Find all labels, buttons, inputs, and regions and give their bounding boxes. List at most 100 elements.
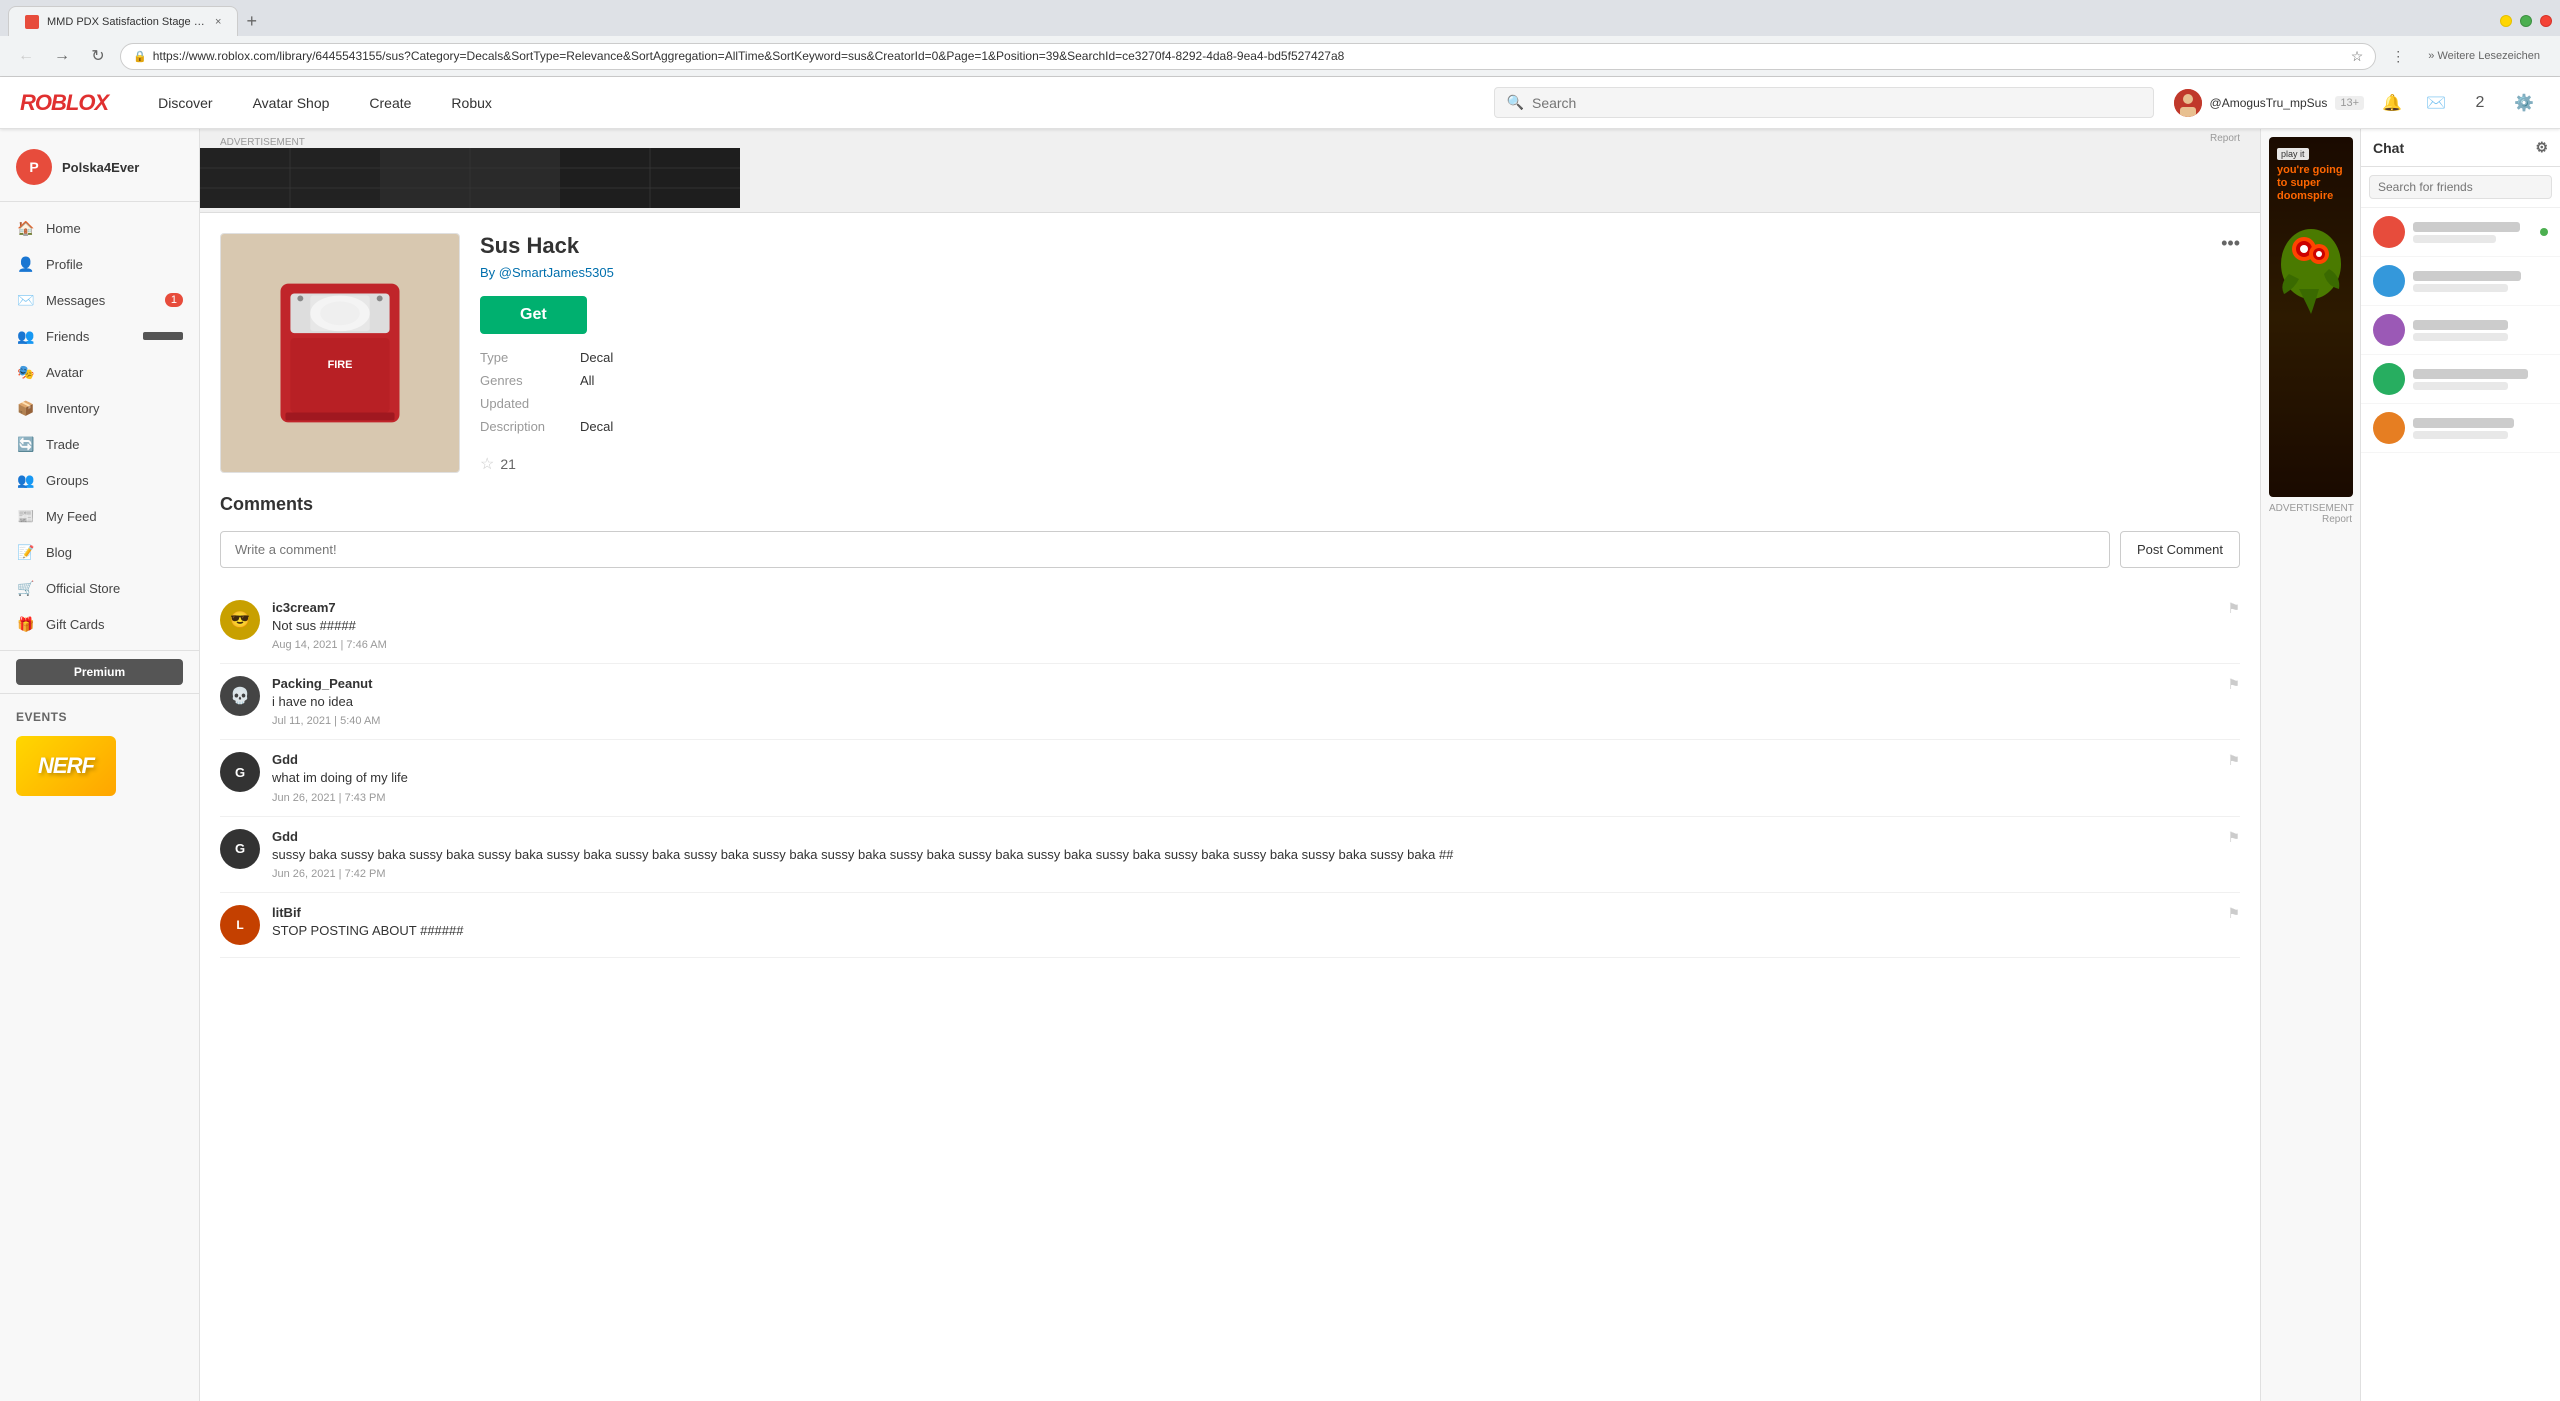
chat-list-item[interactable]	[2361, 404, 2560, 453]
chat-list-item[interactable]	[2361, 208, 2560, 257]
sidebar-item-messages[interactable]: ✉️ Messages 1	[0, 282, 199, 318]
new-tab-button[interactable]: +	[238, 11, 265, 32]
comment-date: Jul 11, 2021 | 5:40 AM	[272, 715, 2215, 727]
window-maximize-button[interactable]	[2520, 15, 2532, 27]
trade-icon: 🔄	[16, 434, 36, 454]
ad-banner: ADVERTISEMENT Report	[200, 129, 2260, 213]
blog-icon: 📝	[16, 542, 36, 562]
sidebar-username[interactable]: Polska4Ever	[62, 160, 139, 175]
sidebar-item-avatar[interactable]: 🎭 Avatar	[0, 354, 199, 390]
comment-text: i have no idea	[272, 693, 2215, 711]
premium-button[interactable]: Premium	[16, 659, 183, 685]
settings-button[interactable]: ⚙️	[2508, 87, 2540, 119]
chat-search	[2361, 167, 2560, 208]
right-ad[interactable]: play it you're going to super doomspire	[2269, 137, 2353, 497]
tab-close-icon[interactable]: ×	[215, 16, 221, 28]
sidebar-label-inventory: Inventory	[46, 401, 183, 416]
sidebar-label-avatar: Avatar	[46, 365, 183, 380]
roblox-logo[interactable]: ROBLOX	[20, 90, 108, 116]
comment-username[interactable]: ic3cream7	[272, 600, 336, 615]
sidebar-item-inventory[interactable]: 📦 Inventory	[0, 390, 199, 426]
window-minimize-button[interactable]	[2500, 15, 2512, 27]
gift-card-icon: 🎁	[16, 614, 36, 634]
sidebar-item-friends[interactable]: 👥 Friends	[0, 318, 199, 354]
bookmark-icon[interactable]: ☆	[2351, 48, 2364, 65]
item-author[interactable]: By @SmartJames5305	[480, 265, 2240, 280]
avatar	[2174, 89, 2202, 117]
browser-refresh-button[interactable]: ↻	[84, 42, 112, 70]
comment-flag-button[interactable]: ⚑	[2227, 752, 2240, 803]
chat-preview	[2413, 235, 2496, 243]
sidebar-item-blog[interactable]: 📝 Blog	[0, 534, 199, 570]
sidebar-user: P Polska4Ever	[0, 141, 199, 202]
nav-discover[interactable]: Discover	[138, 77, 232, 129]
chat-name	[2413, 418, 2514, 428]
sidebar-avatar: P	[16, 149, 52, 185]
item-more-options[interactable]: •••	[2221, 233, 2240, 254]
sidebar-item-official-store[interactable]: 🛒 Official Store	[0, 570, 199, 606]
address-bar[interactable]: 🔒 ☆	[120, 43, 2376, 70]
app-container: ROBLOX Discover Avatar Shop Create Robux…	[0, 77, 2560, 1401]
comment-username[interactable]: Gdd	[272, 829, 298, 844]
friends-icon: 👥	[16, 326, 36, 346]
get-button[interactable]: Get	[480, 296, 587, 334]
chat-name-block	[2413, 369, 2548, 390]
avatar-initial: L	[236, 918, 243, 932]
url-input[interactable]	[153, 49, 2345, 63]
right-ad-report-button[interactable]: Report	[2269, 514, 2352, 525]
comment-flag-button[interactable]: ⚑	[2227, 676, 2240, 727]
type-value: Decal	[580, 350, 613, 365]
nerf-banner[interactable]: NERF	[16, 736, 183, 796]
window-close-button[interactable]	[2540, 15, 2552, 27]
messages-button[interactable]: ✉️	[2420, 87, 2452, 119]
comment-item: 😎 ic3cream7 Not sus ##### Aug 14, 2021 |…	[220, 588, 2240, 664]
description-label: Description	[480, 419, 560, 434]
nav-links: Discover Avatar Shop Create Robux	[138, 77, 512, 129]
browser-tab[interactable]: MMD PDX Satisfaction Stage : D × ×	[8, 6, 238, 36]
nav-robux[interactable]: Robux	[431, 77, 511, 129]
notifications-button[interactable]: 🔔	[2376, 87, 2408, 119]
post-comment-button[interactable]: Post Comment	[2120, 531, 2240, 568]
comment-username[interactable]: Gdd	[272, 752, 298, 767]
ssl-lock-icon: 🔒	[133, 50, 147, 63]
type-label: Type	[480, 350, 560, 365]
ad-report-button[interactable]: Report	[2210, 133, 2240, 144]
ad-label: ADVERTISEMENT	[220, 137, 305, 148]
chat-search-input[interactable]	[2369, 175, 2552, 199]
comment-username[interactable]: Packing_Peanut	[272, 676, 372, 691]
sidebar-item-trade[interactable]: 🔄 Trade	[0, 426, 199, 462]
chat-settings-button[interactable]: ⚙	[2535, 139, 2548, 156]
sidebar-item-gift-cards[interactable]: 🎁 Gift Cards	[0, 606, 199, 642]
browser-menu-button[interactable]: ⋮	[2384, 42, 2412, 70]
comment-flag-button[interactable]: ⚑	[2227, 905, 2240, 945]
comment-username[interactable]: litBif	[272, 905, 301, 920]
comment-flag-button[interactable]: ⚑	[2227, 829, 2240, 880]
extensions-bar[interactable]: » Weitere Lesezeichen	[2420, 50, 2548, 62]
sidebar-item-my-feed[interactable]: 📰 My Feed	[0, 498, 199, 534]
nav-avatar-shop[interactable]: Avatar Shop	[233, 77, 350, 129]
comment-flag-button[interactable]: ⚑	[2227, 600, 2240, 651]
robux-button[interactable]: 2	[2464, 87, 2496, 119]
chat-name	[2413, 320, 2508, 330]
profile-icon: 👤	[16, 254, 36, 274]
comment-text: Not sus #####	[272, 617, 2215, 635]
messages-icon: ✉️	[16, 290, 36, 310]
sidebar-item-profile[interactable]: 👤 Profile	[0, 246, 199, 282]
sidebar-label-official-store: Official Store	[46, 581, 183, 596]
sidebar-item-home[interactable]: 🏠 Home	[0, 210, 199, 246]
chat-list-item[interactable]	[2361, 355, 2560, 404]
browser-back-button[interactable]: ←	[12, 42, 40, 70]
chat-list-item[interactable]	[2361, 257, 2560, 306]
star-icon[interactable]: ☆	[480, 454, 494, 474]
nav-user-profile[interactable]: @AmogusTru_mpSus 13+	[2174, 89, 2364, 117]
sidebar-item-groups[interactable]: 👥 Groups	[0, 462, 199, 498]
comment-avatar: G	[220, 829, 260, 869]
browser-forward-button[interactable]: →	[48, 42, 76, 70]
chat-list-item[interactable]	[2361, 306, 2560, 355]
search-input[interactable]	[1532, 95, 2141, 111]
browser-actions: ⋮	[2384, 42, 2412, 70]
nav-create[interactable]: Create	[349, 77, 431, 129]
item-meta-updated: Updated	[480, 396, 2240, 411]
comment-input[interactable]	[220, 531, 2110, 568]
comment-avatar: 💀	[220, 676, 260, 716]
